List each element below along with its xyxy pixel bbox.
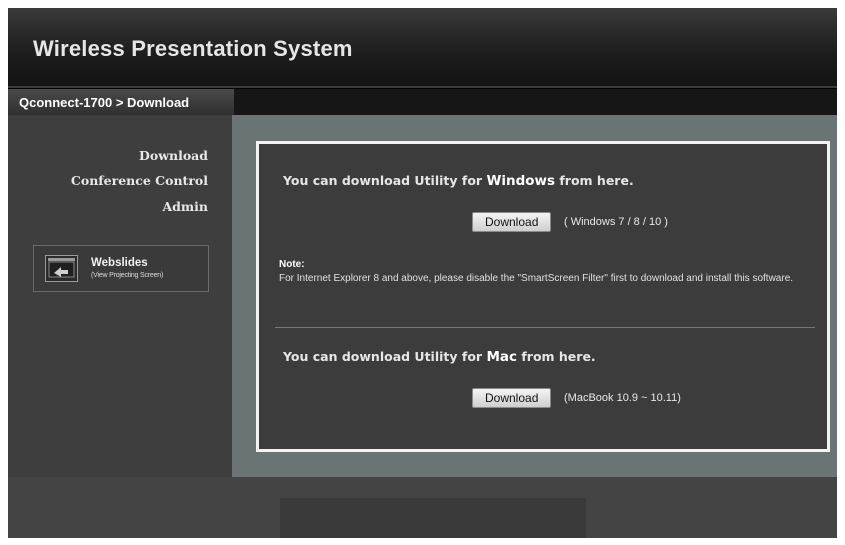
header: Wireless Presentation System [8, 8, 837, 86]
sidebar: Download Conference Control Admin Websli… [8, 115, 232, 477]
windows-heading-suffix: from here. [555, 173, 634, 188]
mac-os-label: Mac [486, 349, 517, 365]
webslides-button[interactable]: Webslides (View Projecting Screen) [33, 245, 209, 292]
footer-bar [280, 498, 586, 538]
breadcrumb-tab: Qconnect-1700 > Download [8, 89, 234, 116]
sidebar-item-conference-control[interactable]: Conference Control [71, 173, 208, 188]
windows-heading-prefix: You can download Utility for [283, 173, 487, 188]
breadcrumb: Qconnect-1700 > Download [19, 95, 190, 110]
webslides-subtitle: (View Projecting Screen) [91, 272, 164, 279]
mac-heading-prefix: You can download Utility for [283, 349, 487, 364]
app-frame: Wireless Presentation System Qconnect-17… [8, 8, 837, 538]
breadcrumb-bar: Qconnect-1700 > Download [8, 88, 837, 116]
sidebar-item-download[interactable]: Download [139, 148, 208, 163]
windows-os-label: Windows [486, 173, 556, 189]
projector-screen-icon [45, 255, 78, 282]
divider [275, 327, 815, 328]
mac-heading: You can download Utility for Mac from he… [283, 349, 596, 365]
footer [8, 477, 837, 538]
mac-heading-suffix: from here. [516, 349, 596, 364]
webslides-title: Webslides [91, 257, 148, 269]
mac-download-button[interactable]: Download [472, 388, 552, 408]
mac-versions: (MacBook 10.9 ~ 10.11) [564, 392, 681, 404]
note-text: For Internet Explorer 8 and above, pleas… [279, 273, 794, 284]
app-title: Wireless Presentation System [33, 36, 353, 61]
windows-heading: You can download Utility for Windows fro… [283, 173, 634, 189]
download-panel: You can download Utility for Windows fro… [256, 141, 830, 452]
note-title: Note: [279, 259, 305, 270]
windows-versions: ( Windows 7 / 8 / 10 ) [564, 216, 668, 228]
windows-download-button[interactable]: Download [472, 212, 552, 232]
sidebar-item-admin[interactable]: Admin [162, 199, 208, 214]
content-area: You can download Utility for Windows fro… [232, 115, 837, 477]
